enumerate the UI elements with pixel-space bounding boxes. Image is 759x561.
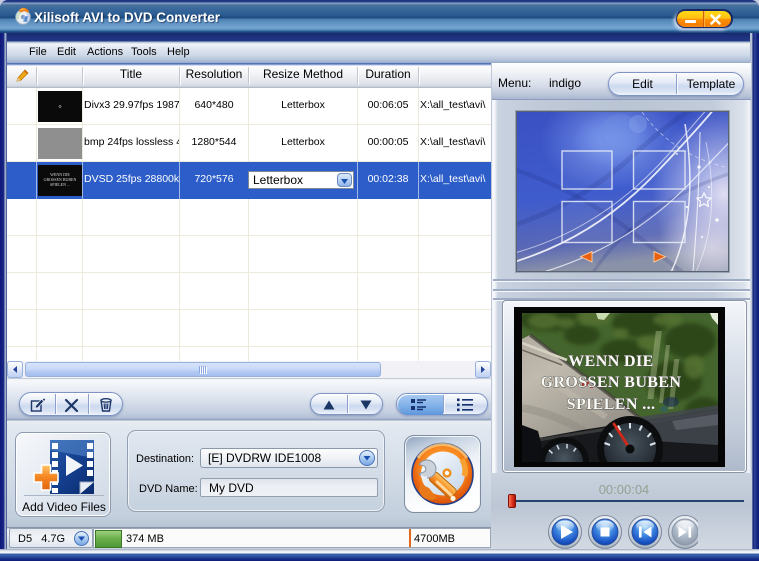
svg-text:SPIELEN ...: SPIELEN ... xyxy=(567,396,656,413)
svg-text:WENN DIE: WENN DIE xyxy=(568,353,653,370)
svg-text:GROSSEN BUBEN: GROSSEN BUBEN xyxy=(541,374,682,391)
